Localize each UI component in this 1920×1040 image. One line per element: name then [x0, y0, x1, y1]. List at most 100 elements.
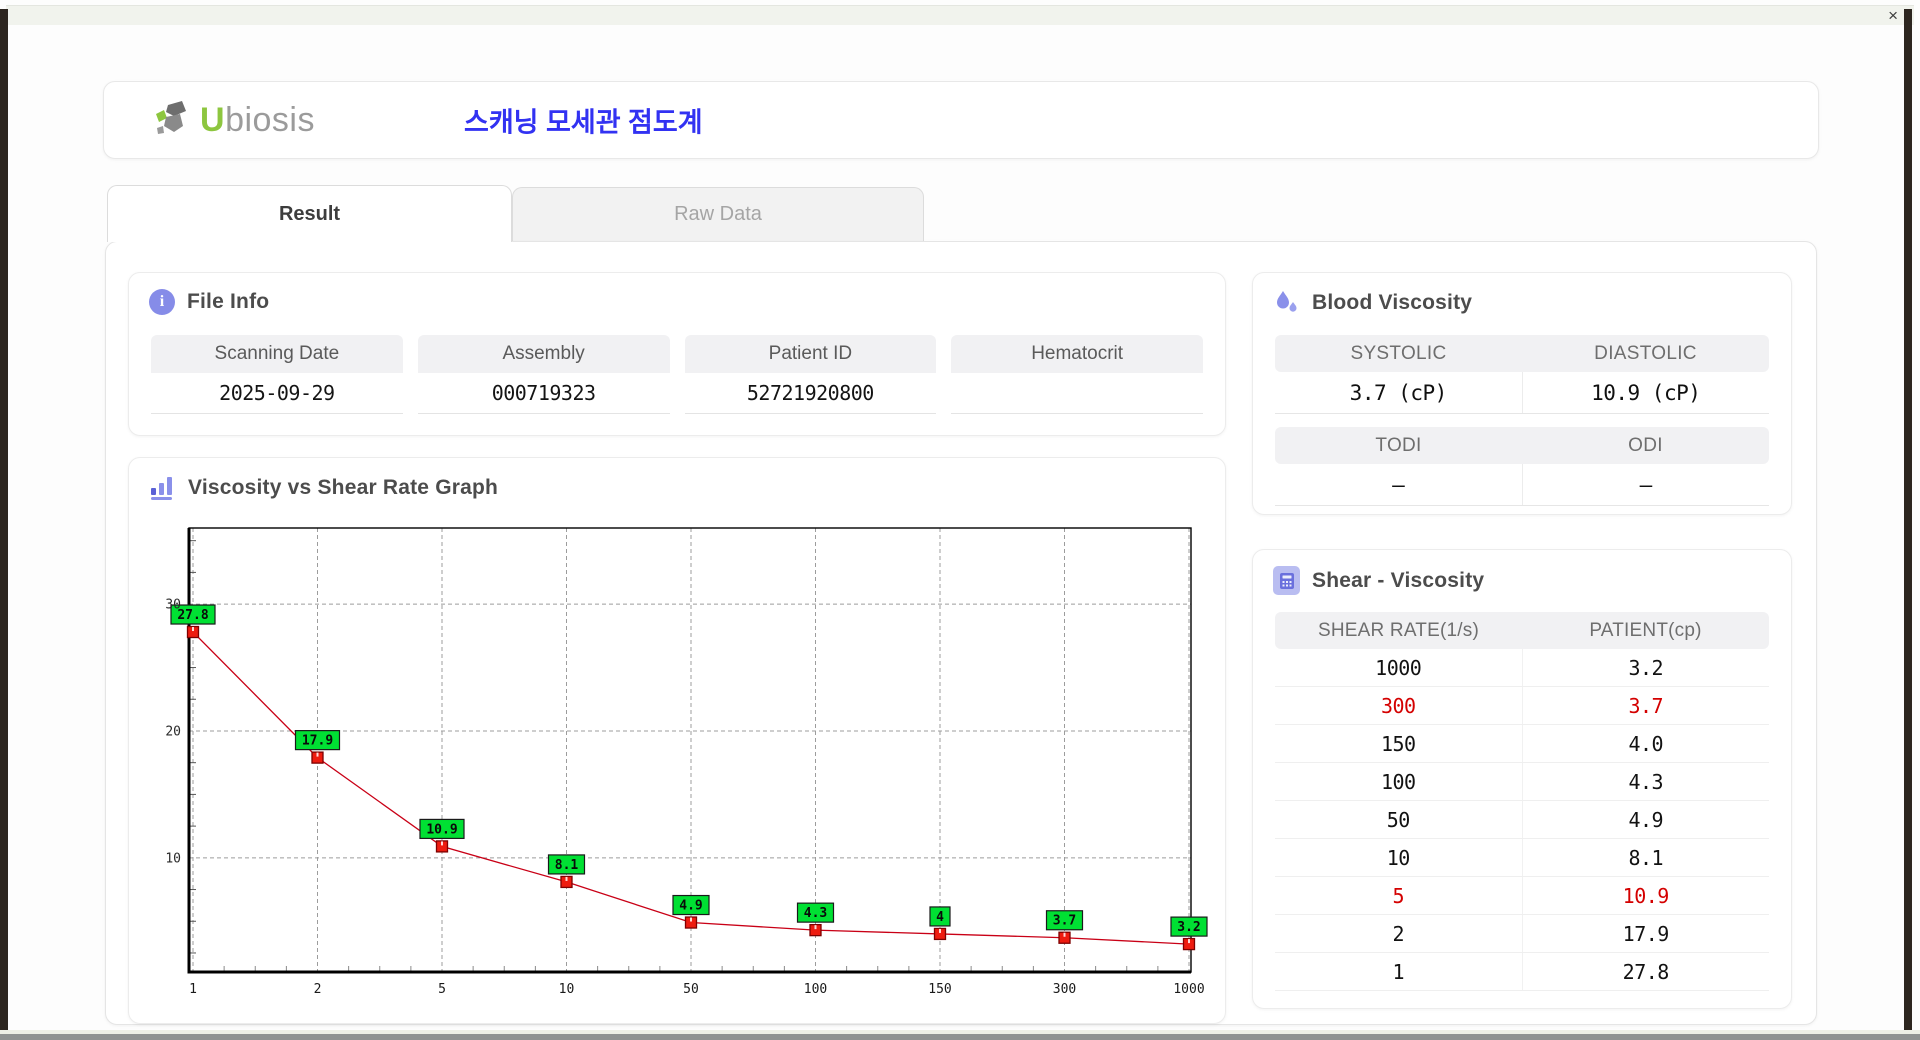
cell-shear-rate: 100 — [1380, 769, 1416, 794]
window-border-right — [1904, 9, 1912, 1031]
shear-viscosity-table: SHEAR RATE(1/s) PATIENT(cp) 1000 3.2 300 3… — [1275, 612, 1769, 991]
field-value — [951, 373, 1203, 414]
cell-shear-rate: 5 — [1392, 883, 1405, 908]
svg-text:4: 4 — [936, 910, 944, 925]
table-row: 10 8.1 — [1275, 839, 1769, 877]
file-info-fields: Scanning Date 2025-09-29 Assembly 000719… — [151, 335, 1203, 414]
svg-text:17.9: 17.9 — [302, 734, 333, 749]
cell-patient: 4.9 — [1521, 801, 1770, 838]
svg-text:27.8: 27.8 — [177, 608, 208, 623]
file-info-card: i File Info Scanning Date 2025-09-29 Ass… — [128, 272, 1226, 436]
graph-title-row: Viscosity vs Shear Rate Graph — [149, 474, 498, 501]
odi-label: ODI — [1628, 434, 1663, 456]
file-info-title-row: i File Info — [149, 289, 269, 315]
cell-shear-rate: 300 — [1380, 693, 1416, 718]
field-value: 52721920800 — [684, 373, 937, 414]
cell-shear-rate: 1 — [1392, 959, 1405, 984]
svg-text:300: 300 — [1053, 982, 1076, 997]
svg-text:4.3: 4.3 — [804, 906, 827, 921]
viscosity-graph-card: Viscosity vs Shear Rate Graph 27.8 17.9 10… — [128, 457, 1226, 1024]
field-scanning-date: Scanning Date 2025-09-29 — [151, 335, 403, 414]
window-border-left — [0, 9, 8, 1031]
table-row: 150 4.0 — [1275, 725, 1769, 763]
ubiosis-logo: Ubiosis — [152, 98, 315, 142]
cell-patient: 10.9 — [1521, 877, 1770, 914]
viscosity-shear-chart: 27.8 17.9 10.9 8.1 4.9 4.3 4 3.7 3.2 1 2 5 10 50 100 15… — [143, 516, 1211, 1010]
cell-shear-rate: 50 — [1386, 807, 1411, 832]
file-info-title: File Info — [187, 290, 270, 313]
svg-text:10.9: 10.9 — [426, 822, 457, 837]
table-row: 100 4.3 — [1275, 763, 1769, 801]
col-shear-rate: SHEAR RATE(1/s) — [1317, 619, 1479, 641]
svg-text:4.9: 4.9 — [679, 899, 702, 914]
svg-text:5: 5 — [438, 982, 446, 997]
field-value: 2025-09-29 — [151, 373, 403, 414]
diastolic-value: 10.9 (cP) — [1521, 372, 1770, 413]
todi-value: – — [1392, 472, 1405, 497]
table-header-row: SHEAR RATE(1/s) PATIENT(cp) — [1275, 612, 1769, 649]
field-patient-id: Patient ID 52721920800 — [684, 335, 937, 414]
blood-viscosity-value-row: 3.7 (cP) 10.9 (cP) — [1275, 372, 1769, 414]
svg-text:1: 1 — [189, 982, 197, 997]
close-icon[interactable]: × — [1888, 6, 1898, 25]
cell-patient: 3.7 — [1521, 687, 1770, 724]
cell-patient: 4.0 — [1521, 725, 1770, 762]
systolic-value: 3.7 (cP) — [1349, 380, 1448, 405]
svg-text:10: 10 — [165, 851, 181, 866]
blood-viscosity-grid: SYSTOLIC DIASTOLIC 3.7 (cP) 10.9 (cP) TO… — [1275, 335, 1769, 506]
col-patient: PATIENT(cp) — [1589, 619, 1702, 641]
ubiosis-logo-text: Ubiosis — [200, 101, 315, 139]
svg-text:8.1: 8.1 — [555, 858, 579, 873]
window-border-bottom — [0, 1034, 1920, 1040]
table-row: 1000 3.2 — [1275, 649, 1769, 687]
cell-shear-rate: 10 — [1386, 845, 1411, 870]
svg-text:3.7: 3.7 — [1053, 914, 1076, 929]
todi-odi-value-row: – – — [1275, 464, 1769, 506]
tab-raw-data-label: Raw Data — [674, 203, 762, 225]
app-window: × Ubiosis 스캐닝 모세관 점도계 Result Raw Data i … — [0, 0, 1920, 1040]
svg-text:50: 50 — [683, 982, 699, 997]
svg-text:10: 10 — [559, 982, 575, 997]
field-label: Patient ID — [684, 335, 937, 373]
field-assembly: Assembly 000719323 — [417, 335, 670, 414]
table-row: 1 27.8 — [1275, 953, 1769, 991]
shear-viscosity-card: Shear - Viscosity SHEAR RATE(1/s) PATIEN… — [1252, 549, 1792, 1009]
app-header: Ubiosis 스캐닝 모세관 점도계 — [103, 81, 1819, 159]
svg-text:1000: 1000 — [1173, 982, 1204, 997]
field-value: 000719323 — [417, 373, 670, 414]
blood-viscosity-title: Blood Viscosity — [1312, 290, 1473, 314]
todi-label: TODI — [1375, 434, 1422, 456]
svg-text:2: 2 — [314, 982, 322, 997]
cell-shear-rate: 150 — [1380, 731, 1416, 756]
graph-title: Viscosity vs Shear Rate Graph — [188, 475, 499, 499]
shear-viscosity-title-row: Shear - Viscosity — [1273, 566, 1484, 595]
tab-raw-data[interactable]: Raw Data — [512, 187, 924, 241]
table-row: 2 17.9 — [1275, 915, 1769, 953]
blood-viscosity-header-row: SYSTOLIC DIASTOLIC — [1275, 335, 1769, 372]
svg-text:20: 20 — [165, 724, 181, 739]
bar-chart-icon — [149, 474, 176, 501]
cell-patient: 17.9 — [1521, 915, 1770, 952]
table-row: 5 10.9 — [1275, 877, 1769, 915]
tab-result[interactable]: Result — [107, 185, 512, 242]
blood-viscosity-title-row: Blood Viscosity — [1273, 289, 1472, 316]
systolic-label: SYSTOLIC — [1350, 342, 1447, 364]
cell-shear-rate: 2 — [1392, 921, 1405, 946]
calculator-icon — [1273, 566, 1300, 595]
tab-result-label: Result — [278, 202, 341, 225]
todi-odi-header-row: TODI ODI — [1275, 427, 1769, 464]
svg-text:100: 100 — [804, 982, 827, 997]
svg-text:30: 30 — [165, 598, 181, 613]
table-row: 300 3.7 — [1275, 687, 1769, 725]
window-titlebar: × — [6, 5, 1914, 25]
result-panel: i File Info Scanning Date 2025-09-29 Ass… — [105, 241, 1817, 1025]
cell-patient: 8.1 — [1521, 839, 1770, 876]
cell-shear-rate: 1000 — [1375, 655, 1422, 680]
ubiosis-logo-icon — [156, 101, 186, 134]
svg-text:3.2: 3.2 — [1177, 920, 1200, 935]
odi-value: – — [1521, 464, 1770, 505]
field-label: Scanning Date — [151, 335, 403, 373]
info-icon: i — [149, 289, 175, 315]
cell-patient: 27.8 — [1521, 953, 1770, 990]
field-label: Assembly — [417, 335, 670, 373]
